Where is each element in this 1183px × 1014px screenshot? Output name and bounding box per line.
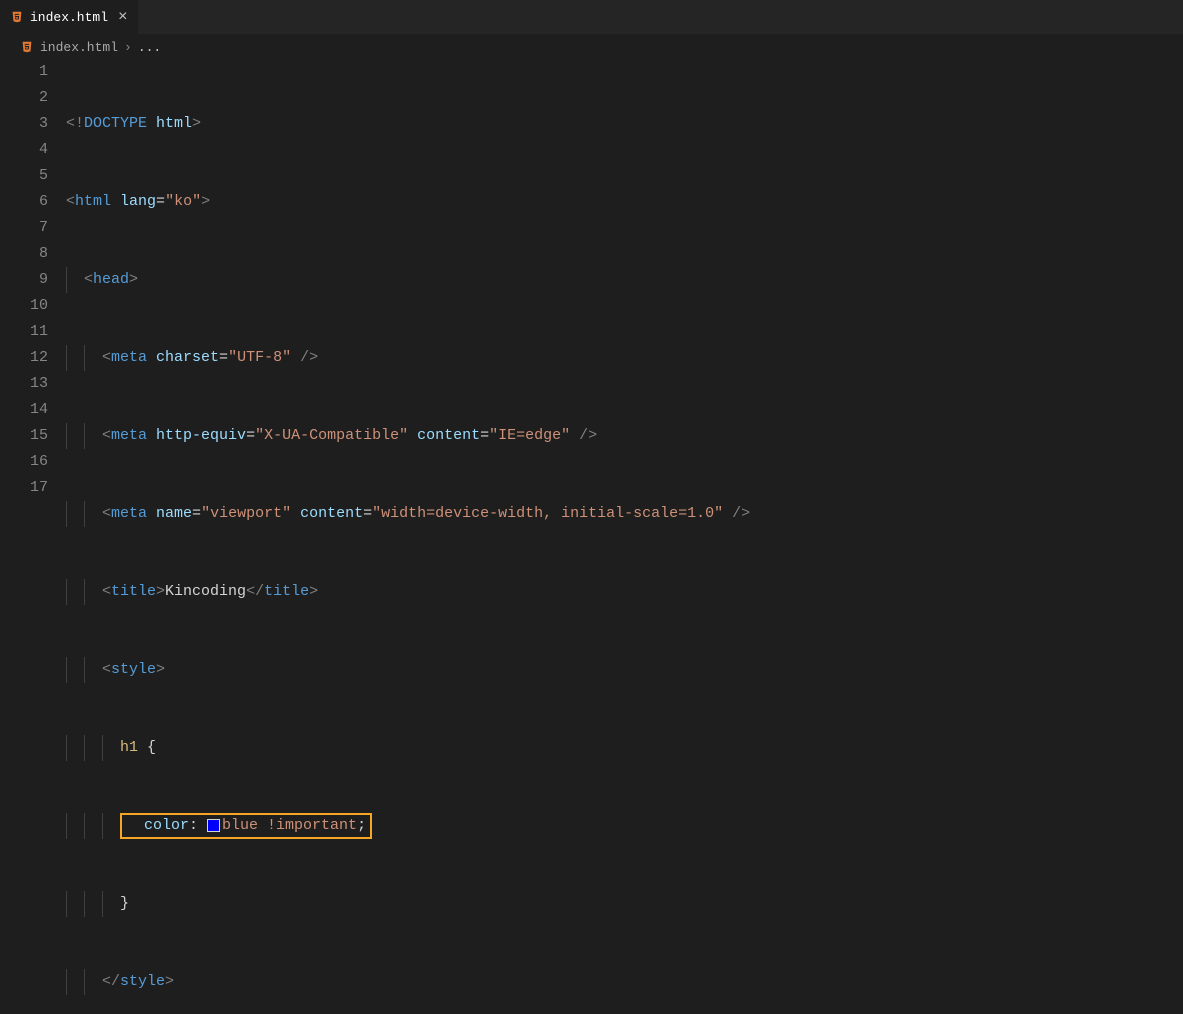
close-icon[interactable]: × — [118, 9, 128, 25]
code-line: color: blue !important; — [66, 813, 1183, 839]
line-number: 15 — [0, 423, 48, 449]
html-file-icon — [10, 10, 24, 24]
code-line: <title>Kincoding</title> — [66, 579, 1183, 605]
line-number: 13 — [0, 371, 48, 397]
code-line: h1 { — [66, 735, 1183, 761]
code-line: <meta http-equiv="X-UA-Compatible" conte… — [66, 423, 1183, 449]
code-editor[interactable]: 1 2 3 4 5 6 7 8 9 10 11 12 13 14 15 16 1… — [0, 59, 1183, 1014]
chevron-right-icon: › — [124, 40, 132, 55]
highlighted-code: color: blue !important; — [120, 813, 372, 839]
breadcrumb[interactable]: index.html › ... — [0, 35, 1183, 59]
line-number: 4 — [0, 137, 48, 163]
tab-index-html[interactable]: index.html × — [0, 0, 139, 34]
tab-bar: index.html × — [0, 0, 1183, 35]
code-line: <!DOCTYPE html> — [66, 111, 1183, 137]
line-number: 8 — [0, 241, 48, 267]
code-line: <meta name="viewport" content="width=dev… — [66, 501, 1183, 527]
breadcrumb-rest: ... — [138, 40, 161, 55]
tab-label: index.html — [30, 10, 108, 25]
line-number: 7 — [0, 215, 48, 241]
line-number: 9 — [0, 267, 48, 293]
line-gutter: 1 2 3 4 5 6 7 8 9 10 11 12 13 14 15 16 1… — [0, 59, 66, 1014]
line-number: 2 — [0, 85, 48, 111]
code-line: <meta charset="UTF-8" /> — [66, 345, 1183, 371]
line-number: 11 — [0, 319, 48, 345]
line-number: 17 — [0, 475, 48, 501]
code-line: <head> — [66, 267, 1183, 293]
line-number: 3 — [0, 111, 48, 137]
line-number: 16 — [0, 449, 48, 475]
code-line: } — [66, 891, 1183, 917]
line-number: 6 — [0, 189, 48, 215]
code-line: <html lang="ko"> — [66, 189, 1183, 215]
line-number: 1 — [0, 59, 48, 85]
line-number: 5 — [0, 163, 48, 189]
line-number: 10 — [0, 293, 48, 319]
code-line: </style> — [66, 969, 1183, 995]
line-number: 12 — [0, 345, 48, 371]
color-swatch-blue[interactable] — [207, 819, 220, 832]
breadcrumb-file: index.html — [40, 40, 118, 55]
line-number: 14 — [0, 397, 48, 423]
code-line: <style> — [66, 657, 1183, 683]
html-file-icon — [20, 40, 34, 54]
code-content[interactable]: <!DOCTYPE html> <html lang="ko"> <head> … — [66, 59, 1183, 1014]
